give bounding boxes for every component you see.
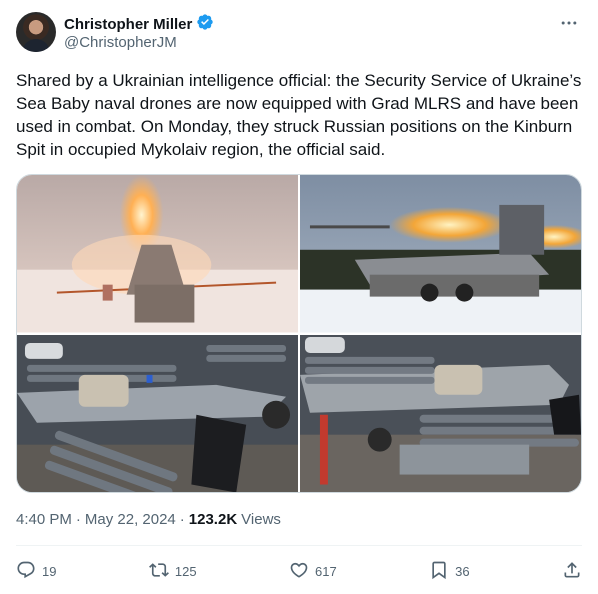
reply-button[interactable]: 19 [16, 560, 56, 583]
tweet-text: Shared by a Ukrainian intelligence offic… [16, 71, 582, 159]
action-bar: 19 125 617 36 [16, 558, 582, 584]
tweet-time[interactable]: 4:40 PM [16, 511, 72, 528]
media-photo-3[interactable] [17, 334, 298, 492]
like-button[interactable]: 617 [289, 560, 337, 583]
reply-count: 19 [42, 563, 57, 579]
media-photo-2[interactable] [300, 175, 581, 333]
repost-button[interactable]: 125 [148, 560, 197, 583]
bookmark-button[interactable]: 36 [429, 560, 470, 583]
more-options-icon[interactable] [558, 12, 580, 34]
meta-separator: · [179, 511, 185, 528]
like-count: 617 [314, 563, 337, 579]
reply-icon [16, 560, 36, 583]
share-icon [562, 560, 582, 583]
tweet-date[interactable]: May 22, 2024 [85, 511, 176, 528]
media-photo-1[interactable] [17, 175, 298, 333]
heart-icon [289, 560, 309, 583]
verified-badge-icon [196, 13, 214, 36]
views-label: Views [241, 511, 281, 528]
media-photo-4[interactable] [300, 334, 581, 492]
share-button[interactable] [562, 560, 582, 583]
bookmark-count: 36 [455, 563, 470, 579]
author-name[interactable]: Christopher Miller [64, 16, 192, 33]
views-count: 123.2K [188, 511, 238, 528]
tweet-meta: 4:40 PM · May 22, 2024 · 123.2K Views [16, 511, 281, 528]
avatar[interactable] [16, 12, 56, 52]
repost-count: 125 [174, 563, 197, 579]
divider [16, 545, 582, 546]
media-grid [16, 174, 582, 493]
bookmark-icon [429, 560, 449, 583]
author-handle[interactable]: @ChristopherJM [64, 34, 177, 51]
author-row: Christopher Miller [64, 13, 214, 36]
repost-icon [148, 560, 169, 583]
meta-separator: · [75, 511, 81, 528]
